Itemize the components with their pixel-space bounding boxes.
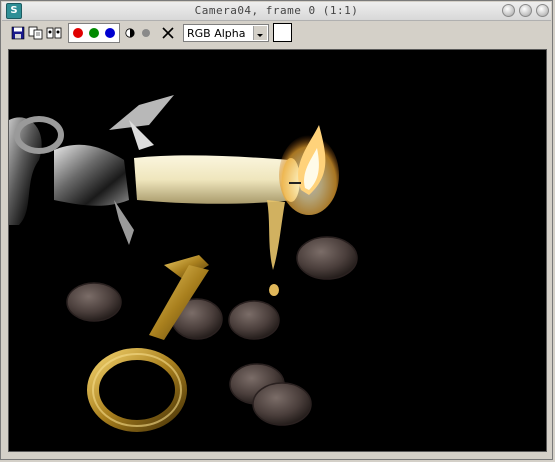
brass-key <box>87 255 209 432</box>
red-channel-icon[interactable] <box>73 28 83 38</box>
background-color-swatch[interactable] <box>273 23 292 42</box>
maximize-button[interactable] <box>519 4 532 17</box>
wax-drip <box>269 284 279 296</box>
title-bar[interactable]: S Camera04, frame 0 (1:1) <box>2 2 551 21</box>
clone-icon[interactable] <box>45 24 63 42</box>
blue-channel-icon[interactable] <box>105 28 115 38</box>
channel-select[interactable]: RGB Alpha <box>183 24 269 42</box>
rendered-image <box>9 95 358 432</box>
channel-select-value: RGB Alpha <box>187 27 246 40</box>
window-title: Camera04, frame 0 (1:1) <box>194 4 359 17</box>
green-channel-icon[interactable] <box>89 28 99 38</box>
render-frame-window: S Camera04, frame 0 (1:1) RGB Alpha <box>0 0 553 460</box>
minimize-button[interactable] <box>502 4 515 17</box>
copy-icon[interactable] <box>27 24 45 42</box>
alpha-icon[interactable] <box>140 24 152 42</box>
clear-icon[interactable] <box>160 24 176 42</box>
close-button[interactable] <box>536 4 549 17</box>
save-icon[interactable] <box>9 24 27 42</box>
render-viewport <box>8 49 547 452</box>
candle <box>134 155 300 270</box>
candle-flame <box>279 125 339 215</box>
monochrome-icon[interactable] <box>124 24 136 42</box>
channel-toggle-group <box>68 23 120 43</box>
chevron-down-icon[interactable] <box>253 26 267 40</box>
coins <box>66 236 358 426</box>
toolbar: RGB Alpha <box>2 21 551 45</box>
